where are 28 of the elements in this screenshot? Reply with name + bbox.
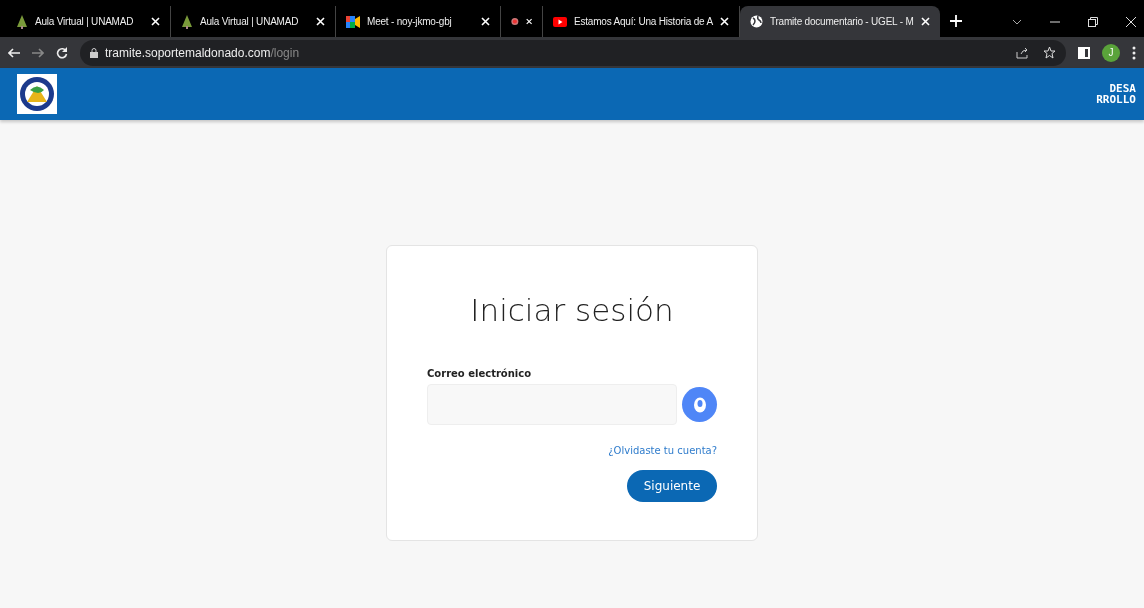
user-button[interactable] [682,387,717,422]
minimize-icon[interactable] [1050,20,1060,23]
login-title: Iniciar sesión [469,292,675,328]
next-button[interactable]: Siguiente [627,470,717,502]
emblem-logo [17,74,57,114]
restore-icon[interactable] [1088,16,1098,27]
recording-dot-icon [511,16,519,27]
chevron-down-icon[interactable] [1012,18,1022,25]
address-bar[interactable]: tramite.soportemaldonado.com/login [80,39,1066,66]
side-panel-icon[interactable] [1078,46,1090,59]
close-icon[interactable] [1126,16,1136,27]
share-icon[interactable] [1016,46,1029,59]
more-icon[interactable] [1132,45,1136,60]
user-icon [692,396,707,413]
field-label: Correo electrónico [427,368,533,379]
forward-arrow-icon[interactable] [32,47,44,58]
reload-icon[interactable] [56,46,68,59]
play-icon [553,16,567,27]
back-arrow-icon[interactable] [8,47,20,58]
forgot-account-link[interactable]: ¿Olvidaste tu cuenta? [608,445,717,456]
tree-icon [16,14,28,29]
tree-icon [181,14,193,29]
browser-tab[interactable]: Tramite documentario - UGEL - M [739,6,940,37]
star-icon[interactable] [1043,46,1056,59]
lock-icon [90,47,98,58]
video-camera-icon [346,15,360,28]
new-tab-icon[interactable] [949,15,962,27]
brand-logo: DESA RROLLO [1096,83,1136,105]
